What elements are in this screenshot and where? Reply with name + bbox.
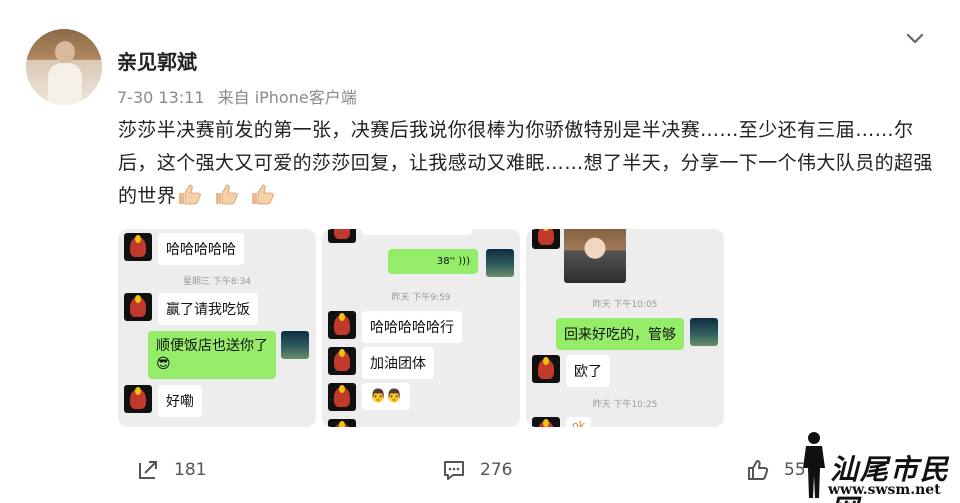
chat-avatar: [532, 355, 560, 383]
voice-duration: 38'': [436, 256, 456, 267]
chat-screenshot-1[interactable]: 哈哈哈哈哈 星期三 下午8:34 赢了请我吃饭 顺便饭店也送你了 😎 好嘞: [118, 229, 316, 427]
like-button[interactable]: 55: [746, 458, 806, 482]
voice-message: 38'' ))): [388, 249, 478, 274]
chat-photo: [564, 229, 626, 283]
repost-button[interactable]: 181: [136, 458, 206, 482]
voice-wave-icon: ))): [458, 256, 470, 267]
repost-icon: [139, 461, 157, 479]
chat-avatar: [124, 385, 152, 413]
repost-count: 181: [174, 460, 207, 480]
thumbs-up-emoji: [179, 184, 201, 205]
thumbs-up-emoji: [252, 184, 274, 205]
comment-button[interactable]: 276: [442, 458, 512, 482]
chat-timestamp: 昨天 下午9:59: [391, 293, 451, 303]
thumbs-up-icon: [748, 460, 769, 480]
chat-timestamp: 昨天 下午10:25: [592, 400, 658, 410]
post-meta: 7-30 13:11 来自 iPhone客户端: [117, 84, 365, 108]
chat-message: 哈哈哈哈哈: [158, 233, 244, 265]
user-avatar[interactable]: [26, 29, 102, 105]
chat-avatar: [328, 311, 356, 339]
chat-timestamp: 星期三 下午8:34: [182, 277, 252, 287]
chat-message-cropped: [362, 229, 472, 235]
chat-avatar: [532, 417, 560, 427]
comment-icon: [444, 461, 464, 480]
chat-avatar: [532, 229, 560, 249]
chat-avatar-self: [690, 318, 718, 346]
chat-timestamp: 昨天 下午10:05: [592, 300, 658, 310]
site-watermark: 汕尾市民网 www.swsm.net: [800, 430, 960, 503]
username[interactable]: 亲见郭斌: [117, 46, 197, 75]
chat-message: 赢了请我吃饭: [158, 293, 258, 325]
chat-message-line: 顺便饭店也送你了: [156, 338, 268, 354]
comment-count: 276: [480, 460, 513, 480]
chat-message-emoji: 😎: [156, 356, 171, 372]
weibo-post-card: 亲见郭斌 7-30 13:11 来自 iPhone客户端 莎莎半决赛前发的第一张…: [0, 0, 960, 503]
chat-avatar: [328, 347, 356, 375]
post-source: 来自 iPhone客户端: [217, 88, 357, 107]
chat-message: 好嘞: [158, 385, 202, 417]
chat-avatar-self: [486, 249, 514, 277]
chevron-down-icon[interactable]: [902, 28, 928, 48]
chat-avatar: [328, 419, 356, 427]
chat-avatar: [328, 229, 356, 243]
chat-message: 欧了: [566, 355, 610, 387]
chat-avatar-self: [281, 331, 309, 359]
post-body: 莎莎半决赛前发的第一张，决赛后我说你很棒为你骄傲特别是半决赛……至少还有三届………: [118, 114, 938, 217]
chat-message: 加油团体: [362, 347, 434, 379]
chat-message: ok: [566, 417, 592, 427]
chat-message: 👨‍👨: [362, 383, 411, 410]
chat-message-sent: 顺便饭店也送你了 😎: [148, 331, 276, 379]
chat-avatar: [124, 233, 152, 261]
chat-avatar: [328, 383, 356, 411]
post-time: 7-30 13:11: [117, 88, 205, 107]
chat-screenshot-2[interactable]: 38'' ))) 昨天 下午9:59 哈哈哈哈哈行 加油团体 👨‍👨: [322, 229, 520, 427]
thumbs-up-emoji: [215, 184, 238, 205]
chat-avatar: [124, 293, 152, 321]
chat-screenshot-3[interactable]: 昨天 下午10:05 回来好吃的，管够 欧了 昨天 下午10:25 ok: [526, 229, 724, 427]
watermark-url: www.swsm.net: [828, 482, 941, 498]
chat-message-sent: 回来好吃的，管够: [556, 318, 684, 350]
person-silhouette-logo: [803, 432, 825, 498]
thumbs-up-emoji-group: [176, 182, 279, 217]
chat-message: 哈哈哈哈哈行: [362, 311, 462, 343]
